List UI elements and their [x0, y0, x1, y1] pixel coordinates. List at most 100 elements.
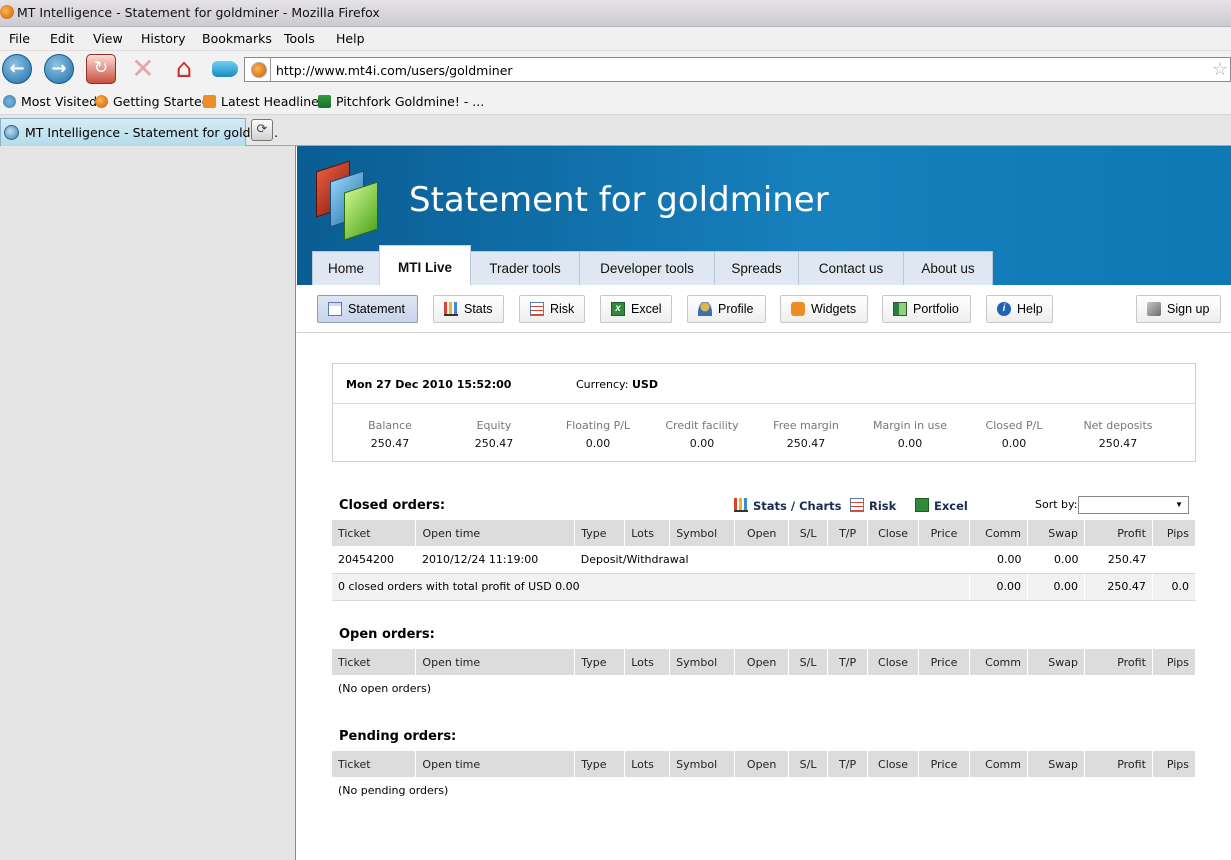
menu-view[interactable]: View — [93, 31, 123, 46]
metric-closed-pl: Closed P/L 0.00 — [962, 419, 1066, 450]
col-ticket[interactable]: Ticket — [332, 520, 417, 546]
col-profit[interactable]: Profit — [1084, 751, 1153, 777]
col-price[interactable]: Price — [918, 520, 971, 546]
profile-icon — [698, 302, 712, 316]
url-text[interactable]: http://www.mt4i.com/users/goldminer — [276, 63, 513, 78]
col-comm[interactable]: Comm — [969, 649, 1028, 675]
col-tp[interactable]: T/P — [827, 649, 869, 675]
col-pips[interactable]: Pips — [1152, 751, 1197, 777]
tab-developer-tools[interactable]: Developer tools — [579, 251, 715, 285]
widgets-button[interactable]: Widgets — [780, 295, 868, 323]
browser-tab-active[interactable]: MT Intelligence - Statement for goldmi..… — [0, 118, 278, 146]
risk-link[interactable]: Risk — [850, 498, 896, 513]
closed-orders-heading: Closed orders: — [339, 498, 446, 513]
metric-label: Credit facility — [665, 419, 739, 432]
address-bar[interactable]: http://www.mt4i.com/users/goldminer ☆ — [244, 57, 1231, 82]
col-open-time[interactable]: Open time — [415, 751, 576, 777]
portfolio-button[interactable]: Portfolio — [882, 295, 971, 323]
stats-charts-link[interactable]: Stats / Charts — [734, 498, 842, 513]
col-sl[interactable]: S/L — [788, 751, 829, 777]
bookmark-label: Pitchfork Goldmine! - ... — [336, 94, 485, 109]
help-button[interactable]: i Help — [986, 295, 1053, 323]
col-open-time[interactable]: Open time — [415, 520, 576, 546]
col-lots[interactable]: Lots — [624, 520, 671, 546]
col-sl[interactable]: S/L — [788, 520, 829, 546]
site-logo[interactable] — [313, 158, 383, 241]
stop-button[interactable]: ✕ — [128, 54, 158, 84]
menu-edit[interactable]: Edit — [50, 31, 74, 46]
bookmark-getting-started[interactable]: Getting Started — [95, 94, 210, 109]
tab-spreads[interactable]: Spreads — [714, 251, 799, 285]
col-comm[interactable]: Comm — [969, 520, 1028, 546]
col-tp[interactable]: T/P — [827, 520, 869, 546]
tab-trader-tools[interactable]: Trader tools — [470, 251, 580, 285]
col-profit[interactable]: Profit — [1084, 649, 1153, 675]
excel-label: Excel — [631, 302, 662, 316]
profile-button[interactable]: Profile — [687, 295, 766, 323]
tab-home[interactable]: Home — [312, 251, 380, 285]
forward-button[interactable]: → — [44, 54, 74, 84]
toolbar-addon-icon[interactable] — [212, 61, 238, 77]
col-price[interactable]: Price — [918, 649, 970, 675]
pitchfork-icon — [318, 95, 331, 108]
bookmark-most-visited[interactable]: Most Visited — [3, 94, 97, 109]
total-swap: 0.00 — [1027, 573, 1085, 601]
bookmark-pitchfork-goldmine[interactable]: Pitchfork Goldmine! - ... — [318, 94, 484, 109]
col-type[interactable]: Type — [574, 649, 626, 675]
col-swap[interactable]: Swap — [1027, 751, 1085, 777]
col-lots[interactable]: Lots — [624, 649, 671, 675]
col-type[interactable]: Type — [574, 751, 626, 777]
menu-history[interactable]: History — [141, 31, 185, 46]
col-pips[interactable]: Pips — [1152, 649, 1197, 675]
col-open[interactable]: Open — [734, 520, 790, 546]
col-close[interactable]: Close — [867, 649, 920, 675]
bar-chart-icon — [734, 498, 748, 512]
stats-button[interactable]: Stats — [433, 295, 504, 323]
col-price[interactable]: Price — [918, 751, 970, 777]
menu-bookmarks[interactable]: Bookmarks — [202, 31, 272, 46]
risk-label: Risk — [550, 302, 575, 316]
bookmark-latest-headlines[interactable]: Latest Headlines — [203, 94, 325, 109]
col-sl[interactable]: S/L — [788, 649, 829, 675]
col-comm[interactable]: Comm — [969, 751, 1028, 777]
new-tab-icon[interactable]: ⟳ — [251, 119, 273, 141]
col-profit[interactable]: Profit — [1084, 520, 1153, 546]
col-lots[interactable]: Lots — [624, 751, 671, 777]
open-orders-table: Ticket Open time Type Lots Symbol Open S… — [332, 649, 1197, 702]
col-swap[interactable]: Swap — [1027, 520, 1085, 546]
home-button[interactable]: ⌂ — [169, 54, 199, 84]
col-symbol[interactable]: Symbol — [669, 751, 736, 777]
sort-by-select[interactable] — [1078, 496, 1189, 514]
menu-tools[interactable]: Tools — [284, 31, 315, 46]
sign-up-button[interactable]: Sign up — [1136, 295, 1221, 323]
col-type[interactable]: Type — [574, 520, 626, 546]
col-ticket[interactable]: Ticket — [332, 751, 417, 777]
col-close[interactable]: Close — [867, 751, 920, 777]
risk-button[interactable]: Risk — [519, 295, 585, 323]
col-open[interactable]: Open — [734, 751, 790, 777]
cell-ticket: 20454200 — [332, 546, 416, 574]
col-pips[interactable]: Pips — [1152, 520, 1197, 546]
tab-about-us[interactable]: About us — [903, 251, 993, 285]
col-swap[interactable]: Swap — [1027, 649, 1085, 675]
col-open[interactable]: Open — [734, 649, 790, 675]
reload-button[interactable]: ↻ — [86, 54, 116, 84]
tab-contact-us[interactable]: Contact us — [798, 251, 904, 285]
statement-button[interactable]: Statement — [317, 295, 418, 323]
col-ticket[interactable]: Ticket — [332, 649, 417, 675]
tab-mti-live[interactable]: MTI Live — [379, 245, 471, 285]
col-symbol[interactable]: Symbol — [669, 649, 736, 675]
menu-help[interactable]: Help — [336, 31, 365, 46]
metric-floating-pl: Floating P/L 0.00 — [546, 419, 650, 450]
table-header-row: Ticket Open time Type Lots Symbol Open S… — [332, 520, 1197, 546]
col-close[interactable]: Close — [867, 520, 920, 546]
excel-button[interactable]: x Excel — [600, 295, 672, 323]
info-icon: i — [997, 302, 1011, 316]
col-symbol[interactable]: Symbol — [669, 520, 736, 546]
col-open-time[interactable]: Open time — [415, 649, 576, 675]
bookmark-star-icon[interactable]: ☆ — [1212, 59, 1228, 80]
menu-file[interactable]: File — [9, 31, 30, 46]
excel-link[interactable]: Excel — [915, 498, 968, 513]
back-button[interactable]: ← — [2, 54, 32, 84]
col-tp[interactable]: T/P — [827, 751, 869, 777]
